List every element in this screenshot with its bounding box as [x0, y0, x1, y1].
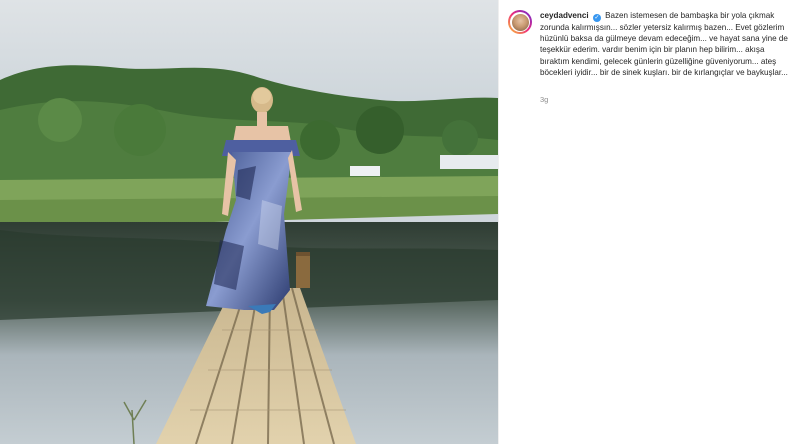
post-caption: ceydadvenci ✓ Bazen istemesen de bambaşk…: [540, 10, 794, 78]
avatar-ring: [510, 12, 530, 32]
post-timestamp[interactable]: 3g: [540, 95, 548, 104]
caption-text: Bazen istemesen de bambaşka bir yola çık…: [540, 11, 788, 77]
avatar[interactable]: [508, 10, 532, 34]
post-sidebar: ceydadvenci ✓ Bazen istemesen de bambaşk…: [498, 0, 800, 444]
caption-row: ceydadvenci ✓ Bazen istemesen de bambaşk…: [508, 10, 794, 78]
post-photo[interactable]: [0, 0, 498, 444]
instagram-post: ceydadvenci ✓ Bazen istemesen de bambaşk…: [0, 0, 800, 444]
profile-picture: [511, 13, 529, 31]
verified-badge-icon: ✓: [592, 14, 601, 22]
username-link[interactable]: ceydadvenci: [540, 11, 589, 20]
